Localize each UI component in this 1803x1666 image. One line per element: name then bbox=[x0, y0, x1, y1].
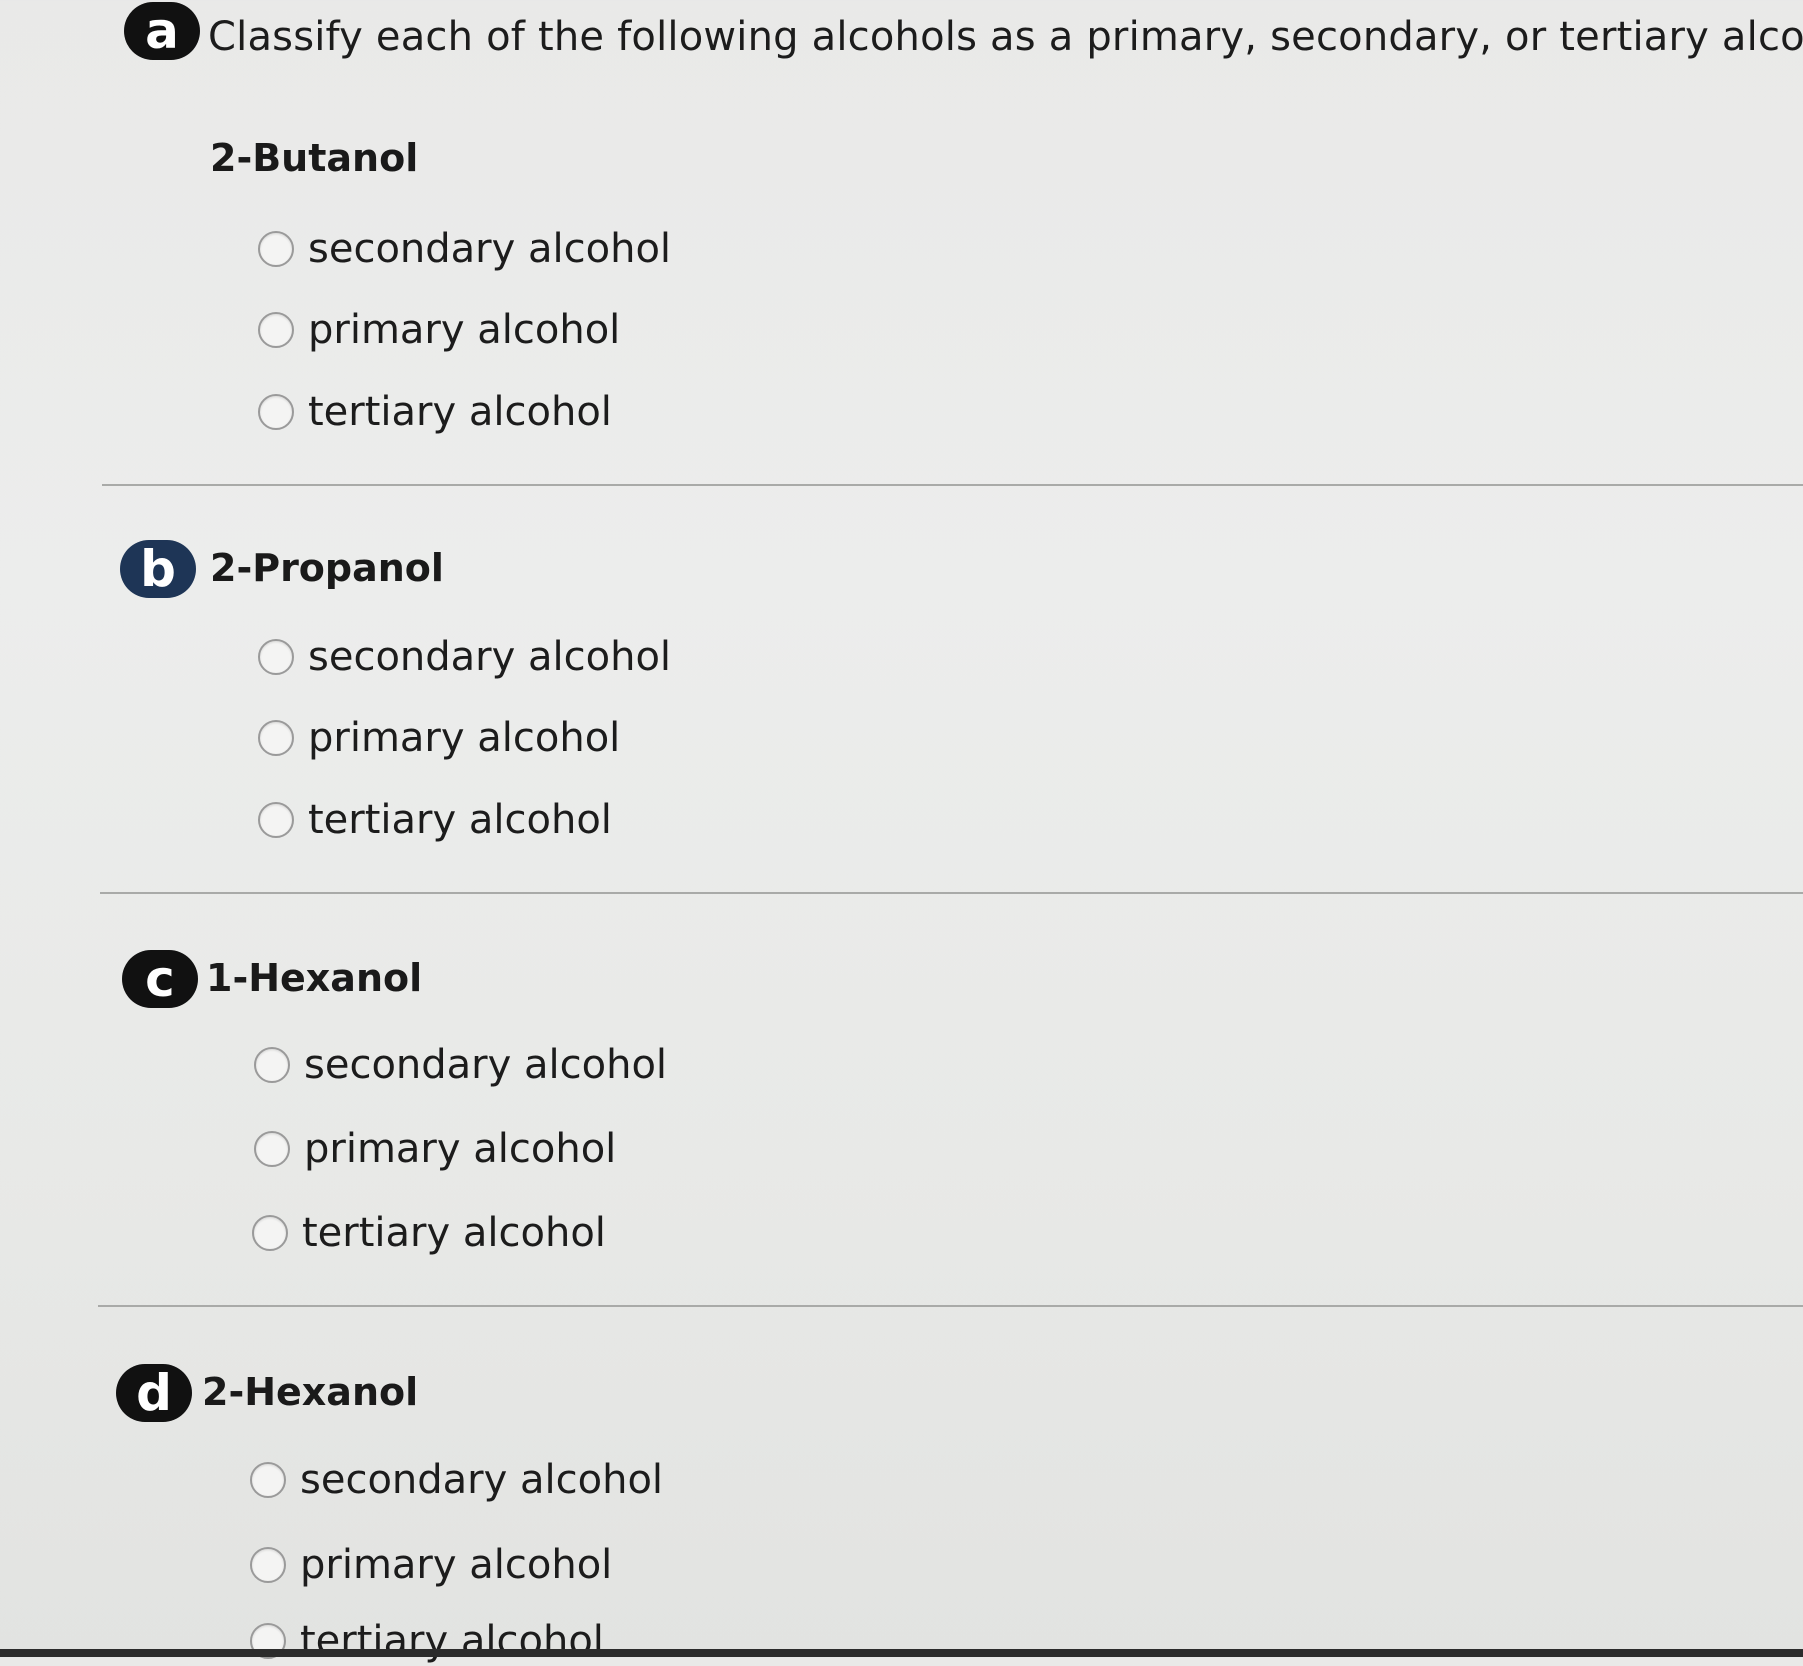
option-label: tertiary alcohol bbox=[302, 1210, 606, 1256]
question-d-option-primary[interactable]: primary alcohol bbox=[250, 1540, 612, 1590]
option-label: secondary alcohol bbox=[308, 226, 672, 272]
radio-button[interactable] bbox=[250, 1462, 286, 1498]
question-b-title: 2-Propanol bbox=[210, 546, 444, 590]
radio-button[interactable] bbox=[250, 1547, 286, 1583]
question-prompt: Classify each of the following alcohols … bbox=[208, 14, 1803, 60]
question-a-title: 2-Butanol bbox=[210, 136, 419, 180]
option-label: primary alcohol bbox=[304, 1126, 617, 1172]
radio-button[interactable] bbox=[258, 802, 294, 838]
option-label: secondary alcohol bbox=[308, 634, 672, 680]
radio-button[interactable] bbox=[254, 1131, 290, 1167]
section-divider bbox=[100, 892, 1803, 894]
question-b-option-tertiary[interactable]: tertiary alcohol bbox=[258, 795, 612, 845]
quiz-page: a Classify each of the following alcohol… bbox=[0, 0, 1803, 1664]
question-b-option-primary[interactable]: primary alcohol bbox=[258, 713, 620, 763]
question-c-option-tertiary[interactable]: tertiary alcohol bbox=[252, 1208, 606, 1258]
radio-button[interactable] bbox=[258, 394, 294, 430]
option-label: secondary alcohol bbox=[300, 1457, 664, 1503]
radio-button[interactable] bbox=[258, 720, 294, 756]
badge-c: c bbox=[122, 950, 198, 1008]
option-label: primary alcohol bbox=[308, 307, 621, 353]
question-c-option-primary[interactable]: primary alcohol bbox=[254, 1124, 616, 1174]
question-c-title: 1-Hexanol bbox=[206, 956, 423, 1000]
radio-button[interactable] bbox=[254, 1047, 290, 1083]
question-d-title: 2-Hexanol bbox=[202, 1370, 419, 1414]
option-label: secondary alcohol bbox=[304, 1042, 668, 1088]
section-divider bbox=[98, 1305, 1803, 1307]
option-label: primary alcohol bbox=[308, 715, 621, 761]
badge-a: a bbox=[124, 2, 200, 60]
option-label: primary alcohol bbox=[300, 1542, 613, 1588]
option-label: tertiary alcohol bbox=[300, 1618, 604, 1664]
question-a-option-tertiary[interactable]: tertiary alcohol bbox=[258, 387, 612, 437]
badge-d: d bbox=[116, 1364, 192, 1422]
question-d-option-secondary[interactable]: secondary alcohol bbox=[250, 1455, 663, 1505]
radio-button[interactable] bbox=[258, 312, 294, 348]
screen-bottom-edge bbox=[0, 1649, 1803, 1657]
option-label: tertiary alcohol bbox=[308, 389, 612, 435]
badge-b: b bbox=[120, 540, 196, 598]
question-d-option-tertiary[interactable]: tertiary alcohol bbox=[250, 1616, 604, 1666]
radio-button[interactable] bbox=[258, 639, 294, 675]
option-label: tertiary alcohol bbox=[308, 797, 612, 843]
question-b-option-secondary[interactable]: secondary alcohol bbox=[258, 632, 671, 682]
question-a-option-primary[interactable]: primary alcohol bbox=[258, 305, 620, 355]
radio-button[interactable] bbox=[252, 1215, 288, 1251]
radio-button[interactable] bbox=[258, 231, 294, 267]
section-divider bbox=[102, 484, 1803, 486]
question-a-option-secondary[interactable]: secondary alcohol bbox=[258, 224, 671, 274]
question-c-option-secondary[interactable]: secondary alcohol bbox=[254, 1040, 667, 1090]
